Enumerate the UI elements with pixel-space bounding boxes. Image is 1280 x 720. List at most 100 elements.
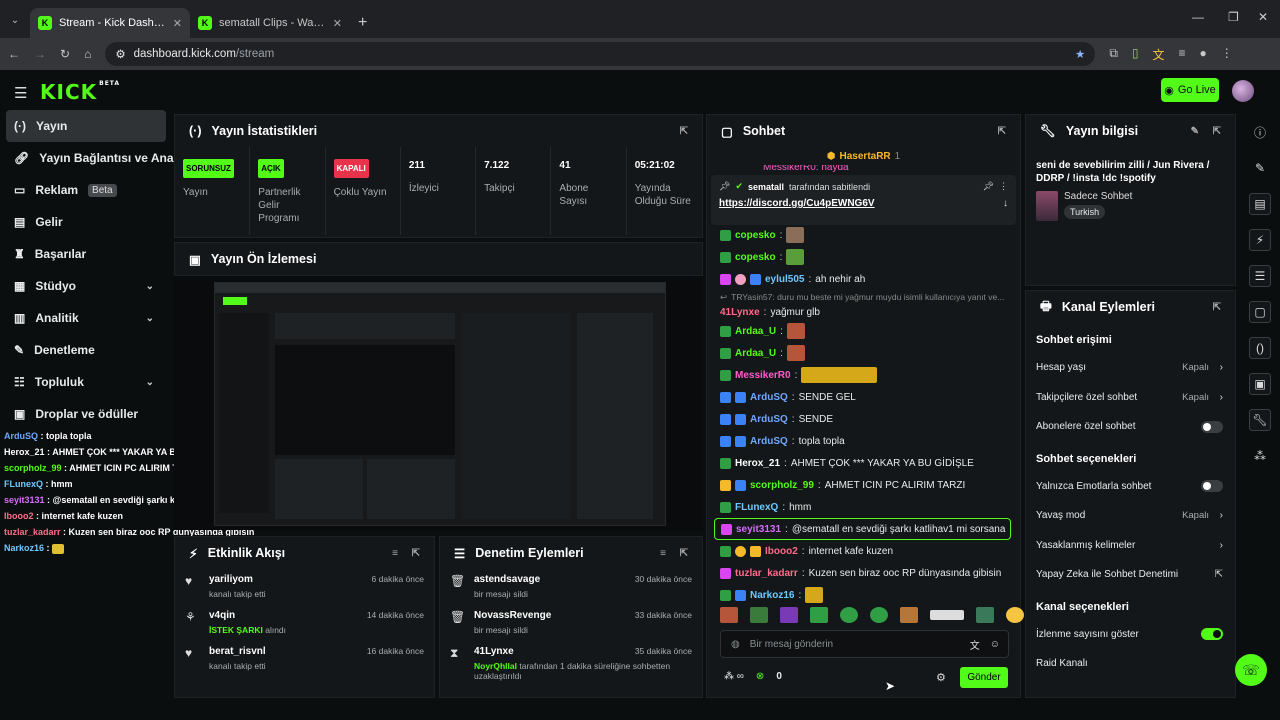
bookmark-star-icon[interactable]: ★ <box>1075 47 1085 61</box>
more-options-icon[interactable]: ⋮ <box>999 181 1008 192</box>
activity-feed-panel: ⚡︎ Etkinlik Akışı ≡ ⇱ ♥ yariliyom kanalı taki… <box>174 536 435 698</box>
emote-icon[interactable] <box>780 607 798 623</box>
category-thumbnail[interactable] <box>1036 191 1058 221</box>
moderation-item: 🗑︎ astendsavage bir mesajı sildi 30 dakika … <box>450 574 692 599</box>
emote-only-toggle[interactable] <box>1201 480 1223 493</box>
list-icon[interactable]: ☰ <box>1240 258 1280 294</box>
pinned-message: 📌︎ ✔ sematall tarafından sabitlendi 📌︎ ⋮… <box>711 175 1016 225</box>
points-icon[interactable]: ⊗ <box>756 671 764 682</box>
help-icon: ☏ <box>1242 661 1260 678</box>
edit-icon[interactable]: ✎ <box>1191 126 1199 137</box>
user-avatar[interactable] <box>1232 80 1254 102</box>
new-tab-button[interactable]: + <box>358 14 367 32</box>
home-icon[interactable]: ⌂ <box>84 47 91 61</box>
pinned-link[interactable]: https://discord.gg/Cu4pEWNG6V <box>719 198 875 209</box>
subscribers-only-toggle[interactable] <box>1201 420 1223 433</box>
hamburger-menu-icon[interactable]: ☰ <box>14 84 27 102</box>
emote-icon[interactable] <box>930 610 964 620</box>
forward-icon[interactable]: → <box>34 47 46 61</box>
kick-favicon-icon: K <box>198 16 212 30</box>
media-icon[interactable]: ≡ <box>1179 46 1186 63</box>
revenue-icon: ▤ <box>14 215 26 229</box>
emote-icon[interactable] <box>720 607 738 623</box>
filter-icon[interactable]: ≡ <box>392 548 398 559</box>
help-chat-button[interactable]: ☏ <box>1235 654 1267 686</box>
kick-logo[interactable]: KICK BETA <box>40 80 120 104</box>
emote-icon[interactable] <box>870 607 888 623</box>
popout-icon[interactable]: ⇱ <box>1213 126 1221 137</box>
popout-icon[interactable]: ⇱ <box>680 126 688 137</box>
browser-tab-dashboard[interactable]: K Stream - Kick Dashboard ✕ <box>30 8 190 38</box>
emote-icon[interactable] <box>976 607 994 623</box>
filter-icon[interactable]: ≡ <box>660 548 666 559</box>
panel-header: ☰ Denetim Eylemleri ≡ ⇱ <box>454 546 688 561</box>
sidebar-item-community[interactable]: ☷ Topluluk ⌄ <box>0 366 172 398</box>
reload-icon[interactable]: ↻ <box>60 47 70 61</box>
info-icon[interactable]: ⓘ <box>1240 114 1280 150</box>
share-icon[interactable]: ⁂ <box>1240 438 1280 474</box>
close-window-icon[interactable]: ✕ <box>1258 10 1268 24</box>
maximize-icon[interactable]: ❐ <box>1228 10 1239 24</box>
setting-followers-only[interactable]: Takipçilere özel sohbet Kapalı › <box>1026 383 1235 413</box>
stream-preview-video[interactable] <box>174 276 703 530</box>
close-tab-icon[interactable]: ✕ <box>173 17 182 30</box>
close-tab-icon[interactable]: ✕ <box>333 17 342 30</box>
back-icon[interactable]: ← <box>8 47 20 61</box>
emote-icon[interactable] <box>750 607 768 623</box>
chat-settings-icon[interactable]: ⚙ <box>936 671 946 684</box>
sidebar-item-yayin[interactable]: (·) Yayın <box>6 110 166 142</box>
sidebar-item-studio[interactable]: ▦ Stüdyo ⌄ <box>0 270 172 302</box>
trash-extension-icon[interactable]: ▯ <box>1132 46 1139 63</box>
setting-banned-words[interactable]: Yasaklanmış kelimeler › <box>1026 531 1235 561</box>
expand-pinned-icon[interactable]: ↓ <box>1003 198 1008 209</box>
sidebar-item-revenue[interactable]: ▤ Gelir <box>0 206 172 238</box>
browser-tab-clips[interactable]: K sematall Clips - Watch Live on Kick ✕ <box>190 8 350 38</box>
chat-icon[interactable]: ▢ <box>1240 294 1280 330</box>
setting-slow-mode[interactable]: Yavaş mod Kapalı › <box>1026 501 1235 531</box>
unpin-icon[interactable]: 📌︎ <box>983 181 994 192</box>
show-viewcount-toggle[interactable] <box>1201 628 1223 641</box>
sidebar-item-ads[interactable]: ▭ Reklam Beta <box>0 174 172 206</box>
emote-icon[interactable] <box>810 607 828 623</box>
emote-icon[interactable] <box>900 607 918 623</box>
setting-account-age[interactable]: Hesap yaşı Kapalı › <box>1026 353 1235 383</box>
popout-icon[interactable]: ⇱ <box>998 126 1006 137</box>
address-bar[interactable]: ⚙ dashboard.kick.com/stream ★ <box>105 42 1096 66</box>
emote-icon[interactable] <box>1006 607 1024 623</box>
sidebar-item-analytics[interactable]: ▥ Analitik ⌄ <box>0 302 172 334</box>
popout-icon[interactable]: ⇱ <box>1213 302 1221 313</box>
popout-icon[interactable]: ⇱ <box>680 548 688 559</box>
panel-icon[interactable]: ▤ <box>1240 186 1280 222</box>
site-info-icon[interactable]: ⚙ <box>115 47 125 61</box>
send-button[interactable]: Gönder <box>960 667 1008 688</box>
studio-icon: ▦ <box>14 279 26 293</box>
badge-icon <box>720 229 731 241</box>
menu-icon[interactable]: ⋮ <box>1221 46 1233 63</box>
panel-header: ⚡︎ Etkinlik Akışı ≡ ⇱ <box>189 546 420 561</box>
translate-icon[interactable]: 文 <box>970 637 980 652</box>
printer-icon[interactable]: ▣ <box>1240 366 1280 402</box>
setting-raid-channel[interactable]: Raid Kanalı <box>1026 649 1235 679</box>
wrench-icon[interactable]: 🔧︎ <box>1240 402 1280 438</box>
sidebar-item-drops[interactable]: ▣ Droplar ve ödüller <box>0 398 172 430</box>
edit-icon[interactable]: ✎ <box>1240 150 1280 186</box>
sidebar-item-stream-key[interactable]: 🔗︎ Yayın Bağlantısı ve Anahtarı <box>0 142 200 174</box>
emote-icon[interactable] <box>840 607 858 623</box>
stream-icon[interactable]: () <box>1240 330 1280 366</box>
category-name[interactable]: Sadece Sohbet <box>1064 191 1132 202</box>
bolt-icon[interactable]: ⚡︎ <box>1240 222 1280 258</box>
trash-icon: 🗑︎ <box>450 610 466 624</box>
sidebar-item-moderation[interactable]: ✎ Denetleme <box>0 334 172 366</box>
share-icon[interactable]: ⁂ ∞ <box>724 671 744 682</box>
emoji-icon[interactable]: ☺ <box>990 639 1000 650</box>
sidebar-item-achievements[interactable]: ♜ Başarılar <box>0 238 172 270</box>
go-live-button[interactable]: ◉ Go Live <box>1161 78 1219 102</box>
popout-icon[interactable]: ⇱ <box>412 548 420 559</box>
setting-ai-moderation[interactable]: Yapay Zeka ile Sohbet Denetimi ⇱ <box>1026 560 1235 590</box>
chat-input[interactable]: ◍ Bir mesaj gönderin 文 ☺ <box>720 630 1009 658</box>
minimize-icon[interactable]: — <box>1192 10 1204 24</box>
translate-icon[interactable]: 文 <box>1153 46 1165 63</box>
profile-icon[interactable]: ● <box>1200 46 1207 63</box>
tab-search-button[interactable]: ⌄ <box>6 11 24 29</box>
extension-icon[interactable]: ⧉ <box>1109 46 1118 63</box>
